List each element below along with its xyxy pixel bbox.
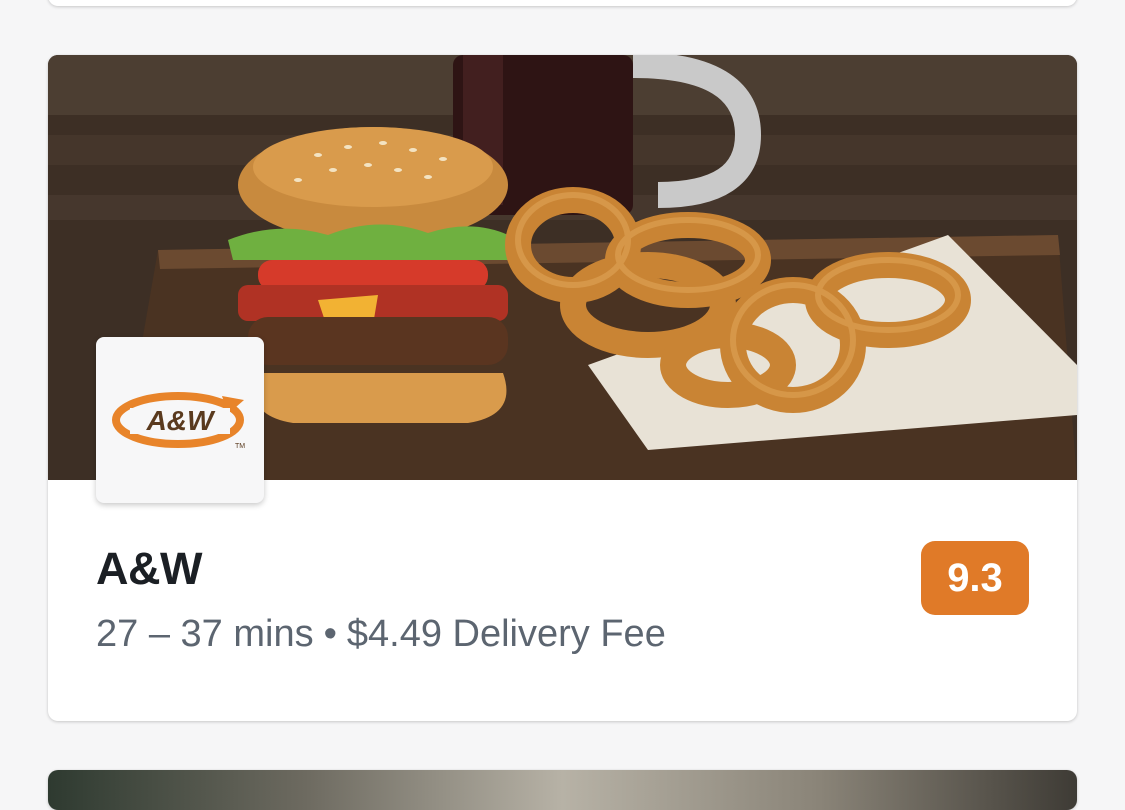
meta-separator: •: [323, 613, 337, 655]
delivery-fee: $4.49 Delivery Fee: [346, 613, 666, 655]
aw-logo-icon: A&W TM: [112, 392, 245, 450]
next-store-card[interactable]: [48, 770, 1077, 810]
next-store-hero-image: [48, 770, 1077, 810]
svg-text:TM: TM: [235, 443, 245, 450]
rating-badge: 9.3: [921, 541, 1029, 615]
store-card[interactable]: A&W TM A&W 27 – 37 mins • $4.49 Delivery F…: [48, 55, 1077, 721]
store-name: A&W: [96, 543, 202, 594]
store-logo: A&W TM: [96, 337, 264, 503]
previous-store-card[interactable]: [48, 0, 1077, 6]
svg-text:A&W: A&W: [146, 405, 216, 436]
delivery-time: 27 – 37 mins: [96, 613, 314, 655]
store-delivery-info: 27 – 37 mins • $4.49 Delivery Fee: [96, 613, 666, 656]
